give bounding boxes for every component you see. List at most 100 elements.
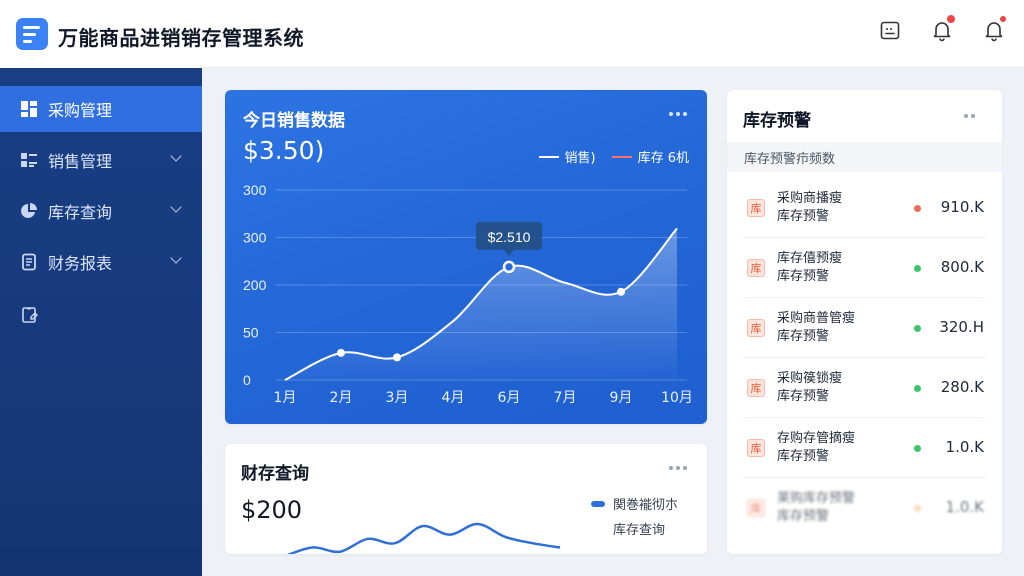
header-actions bbox=[878, 15, 1006, 42]
more-icon[interactable] bbox=[964, 114, 984, 120]
sales-amount: $3.50) bbox=[243, 136, 325, 165]
alert-value: 1.0.K bbox=[945, 438, 984, 456]
x-tick-label: 3月 bbox=[386, 390, 409, 406]
bell-icon[interactable] bbox=[982, 16, 1006, 42]
data-point[interactable] bbox=[337, 348, 345, 357]
status-dot bbox=[914, 385, 921, 392]
alert-value: 320.H bbox=[939, 318, 984, 336]
grid-icon bbox=[20, 100, 38, 118]
sales-card-title: 今日销售数据 bbox=[243, 111, 345, 131]
alert-value: 910.K bbox=[940, 198, 984, 216]
legend-swatch bbox=[611, 155, 632, 158]
alert-value: 280.K bbox=[940, 378, 984, 396]
sales-area bbox=[285, 228, 677, 380]
alert-names: 库存僖预瘦 库存预警 bbox=[777, 250, 842, 286]
finance-legend: 関巻褦彻朩 库存查询 bbox=[591, 494, 678, 544]
legend-item-stock[interactable]: 库存 6机 bbox=[611, 147, 689, 166]
status-dot bbox=[914, 205, 921, 212]
more-icon[interactable] bbox=[669, 112, 689, 118]
alert-badge: 库 bbox=[747, 198, 765, 217]
alert-item-sub: 库存预警 bbox=[777, 509, 830, 524]
legend-swatch bbox=[591, 500, 605, 507]
legend-label: 関巻褦彻朩 bbox=[613, 498, 679, 513]
x-tick-label: 2月 bbox=[330, 390, 353, 406]
notification-bell-icon[interactable] bbox=[930, 15, 955, 42]
alert-value: 800.K bbox=[940, 258, 984, 276]
alert-badge: 库 bbox=[747, 378, 765, 397]
notification-dot bbox=[947, 15, 955, 23]
pie-chart-icon bbox=[20, 202, 38, 220]
data-point[interactable] bbox=[393, 353, 401, 362]
y-tick-label: 200 bbox=[243, 277, 267, 293]
alert-item-sub: 库存预警 bbox=[777, 208, 830, 224]
finance-card: 财存查询 $200 関巻褦彻朩 库存查询 bbox=[225, 444, 707, 554]
alert-row[interactable]: 库采购商普管瘦 库存预警 320.H bbox=[743, 298, 986, 358]
legend-label: 销售) bbox=[564, 151, 596, 166]
alert-row[interactable]: 库库存僖预瘦库存预警 800.K bbox=[743, 238, 986, 298]
alert-item-sub: 库存预警 bbox=[777, 328, 830, 344]
alert-names: 采购商普管瘦 库存预警 bbox=[777, 310, 855, 346]
alert-badge: 库 bbox=[747, 258, 765, 277]
alert-row[interactable]: 库采购篌锁瘦库存预警 280.K bbox=[743, 358, 986, 418]
data-point[interactable] bbox=[617, 287, 625, 296]
alert-row[interactable]: 库莱购库存预警 库存预警 1.0.K bbox=[743, 478, 986, 538]
legend-item-inventory-query[interactable]: 库存查询 bbox=[591, 519, 678, 538]
alert-item-sub: 库存预警 bbox=[777, 388, 830, 404]
app-title: 万能商品进销销存管理系统 bbox=[58, 26, 304, 50]
x-tick-label: 1月 bbox=[274, 390, 297, 406]
legend-item-finance[interactable]: 関巻褦彻朩 bbox=[591, 494, 678, 513]
alert-badge: 库 bbox=[747, 438, 765, 457]
sidebar-item-finance[interactable]: 财务报表 bbox=[0, 239, 202, 285]
alert-names: 存购存管摘瘦 库存预警 bbox=[777, 430, 855, 466]
sidebar-item-inventory[interactable]: 库存查询 bbox=[0, 188, 202, 234]
x-tick-label: 10月 bbox=[661, 390, 693, 406]
status-dot bbox=[914, 325, 921, 332]
data-point[interactable] bbox=[502, 260, 516, 274]
app-logo-icon bbox=[16, 18, 48, 50]
alert-list: 库采购商播瘦 库存预警 910.K 库库存僖预瘦 库存预警 800.K 库采购商普管瘦 库存预… bbox=[743, 178, 986, 538]
list-grid-icon bbox=[20, 151, 38, 169]
alert-item-name: 采购商普管瘦 bbox=[777, 310, 856, 326]
sales-legend: 销售) 库存 6机 bbox=[538, 147, 689, 166]
clipboard-icon[interactable] bbox=[20, 305, 40, 325]
sidebar-item-label: 财务报表 bbox=[48, 254, 113, 273]
finance-amount: $200 bbox=[241, 496, 303, 524]
sidebar-item-purchase[interactable]: 采购管理 bbox=[0, 86, 202, 132]
alert-item-name: 库存僖预瘦 bbox=[777, 250, 843, 266]
alert-item-name: 采购篌锁瘦 bbox=[777, 370, 843, 386]
chevron-down-icon bbox=[170, 252, 182, 264]
legend-item-sales[interactable]: 销售) bbox=[538, 147, 596, 166]
alert-item-name: 存购存管摘瘦 bbox=[777, 430, 856, 446]
y-tick-label: 300 bbox=[243, 230, 267, 246]
alert-row[interactable]: 库采购商播瘦 库存预警 910.K bbox=[743, 178, 986, 238]
y-tick-label: 50 bbox=[243, 325, 259, 341]
sidebar-nav: 采购管理 销售管理 库存查询 财务报表 bbox=[0, 86, 202, 290]
more-icon[interactable] bbox=[669, 466, 689, 472]
alert-value: 1.0.K bbox=[945, 498, 984, 516]
alert-badge: 库 bbox=[747, 499, 765, 517]
alert-item-sub: 库存预警 bbox=[777, 448, 830, 464]
alert-item-sub: 库存预警 bbox=[777, 268, 830, 284]
status-dot bbox=[914, 445, 921, 452]
finance-series-line bbox=[286, 522, 561, 554]
y-tick-label: 0 bbox=[243, 372, 251, 388]
y-tick-label: 300 bbox=[243, 182, 267, 198]
sidebar-item-label: 销售管理 bbox=[48, 152, 113, 171]
alert-card-title: 库存预警 bbox=[743, 111, 811, 131]
calendar-icon[interactable] bbox=[878, 18, 902, 42]
legend-swatch bbox=[538, 155, 559, 158]
alert-names: 采购商播瘦 库存预警 bbox=[777, 190, 842, 226]
sidebar-item-label: 采购管理 bbox=[48, 101, 113, 120]
x-tick-label: 9月 bbox=[610, 390, 633, 406]
sales-card: 0 50 200 300 300 1月 2月 3月 4月 6月 7月 9月 10月 $2.510 今日销售… bbox=[225, 90, 707, 424]
legend-label: 库存 6机 bbox=[637, 151, 689, 166]
x-tick-label: 4月 bbox=[442, 390, 465, 406]
alert-subheader: 库存预警疖频数 bbox=[727, 142, 1002, 172]
status-dot bbox=[914, 265, 921, 272]
alert-names: 采购篌锁瘦 库存预警 bbox=[777, 370, 842, 406]
sidebar-item-sales[interactable]: 销售管理 bbox=[0, 137, 202, 183]
sidebar-item-label: 库存查询 bbox=[48, 203, 113, 222]
alert-row[interactable]: 库存购存管摘瘦 库存预警 1.0.K bbox=[743, 418, 986, 478]
chevron-down-icon bbox=[170, 150, 182, 162]
chart-tooltip: $2.510 bbox=[476, 221, 542, 256]
